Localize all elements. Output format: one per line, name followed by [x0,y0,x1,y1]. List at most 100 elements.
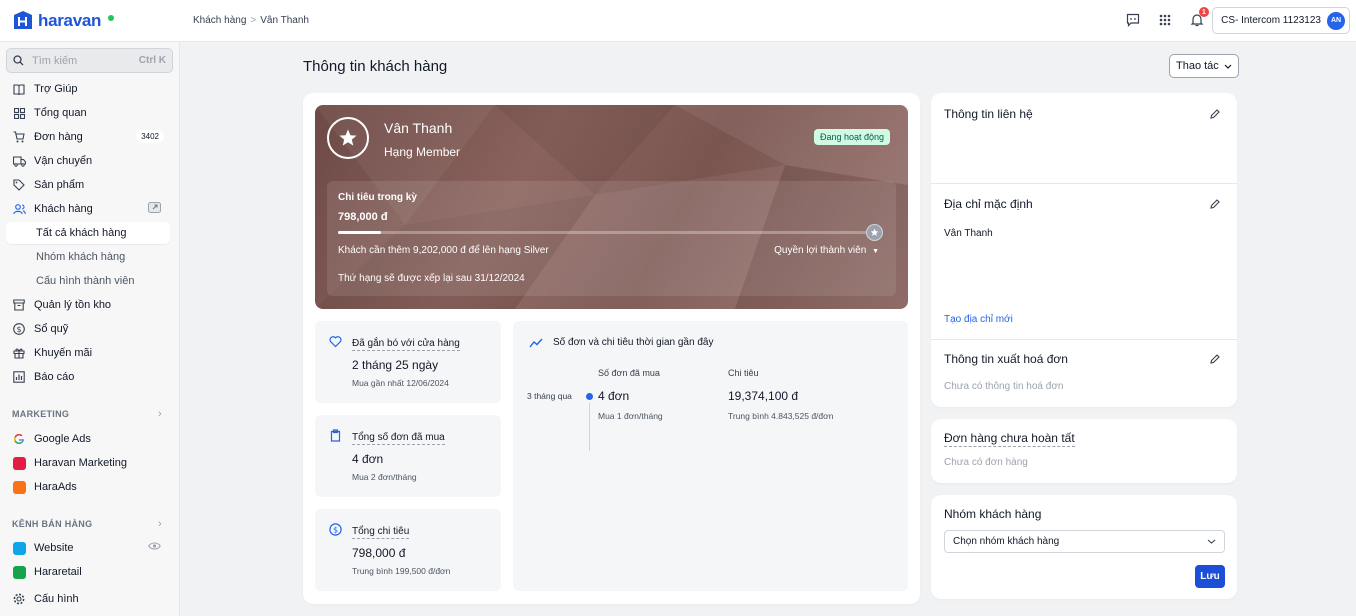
sidebar-item-label: Cấu hình thành viên [36,275,135,287]
sidebar-item-label: Website [34,542,74,554]
sidebar-item-label: Tất cả khách hàng [36,227,127,239]
customer-rank: Hạng Member [384,145,461,159]
save-button[interactable]: Lưu [1195,565,1225,588]
sidebar-item-label: Trợ Giúp [34,83,78,95]
next-rank-requirement: Khách cần thêm 9,202,000 đ để lên hạng S… [338,245,549,256]
eye-icon[interactable] [148,541,162,555]
stat-subtext: Trung bình 199,500 đ/đơn [352,566,451,576]
sidebar-item-products[interactable]: Sản phẩm [6,174,170,196]
sidebar-item-label: Google Ads [34,433,91,445]
truck-icon [12,154,26,168]
sidebar-item-haravan-marketing[interactable]: Haravan Marketing [6,452,170,474]
rank-progress-track [338,231,872,234]
caret-down-icon: ▼ [872,248,879,255]
stat-title[interactable]: Tổng số đơn đã mua [352,432,445,445]
pending-orders-empty-text: Chưa có đơn hàng [944,457,1028,468]
page-title: Thông tin khách hàng [303,58,448,75]
create-address-link[interactable]: Tạo địa chỉ mới [944,314,1013,325]
sidebar-item-membership-config[interactable]: Cấu hình thành viên [6,270,170,292]
actions-dropdown-button[interactable]: Thao tác [1169,54,1239,78]
pending-orders-title[interactable]: Đơn hàng chưa hoàn tất [944,431,1075,447]
bell-icon[interactable]: 1 [1188,7,1209,29]
edit-address-icon[interactable] [1209,198,1221,210]
avatar: AN [1327,11,1345,30]
member-benefits-label: Quyền lợi thành viên [774,245,867,256]
sidebar-item-all-customers[interactable]: Tất cả khách hàng [6,222,170,244]
website-icon [12,541,26,555]
stat-title[interactable]: Đã gắn bó với cửa hàng [352,338,460,351]
divider [931,183,1237,184]
box-icon [12,298,26,312]
timeline-dot [586,393,593,400]
sidebar-item-label: Quản lý tồn kho [34,299,112,311]
dollar-icon: $ [329,523,342,536]
edit-invoice-icon[interactable] [1209,353,1221,365]
sidebar-item-promotions[interactable]: Khuyến mãi [6,342,170,364]
customer-group-select[interactable]: Chọn nhóm khách hàng [944,530,1225,553]
dashboard-icon [12,106,26,120]
sidebar-item-inventory[interactable]: Quản lý tồn kho [6,294,170,316]
breadcrumb: Khách hàng > Vân Thanh [193,15,309,26]
external-link-icon[interactable] [148,202,162,216]
breadcrumb-customers[interactable]: Khách hàng [193,15,246,26]
stat-subtext: Mua gần nhất 12/06/2024 [352,378,449,388]
chevron-right-icon: › [158,408,162,420]
default-address-title: Địa chỉ mặc định [944,197,1033,211]
apps-grid-icon[interactable] [1156,11,1174,29]
recent-activity-panel: Số đơn và chi tiêu thời gian gần đây 3 t… [513,321,908,591]
sidebar-item-cashbook[interactable]: $ Sổ quỹ [6,318,170,340]
online-status-dot [108,15,115,21]
status-badge: Đang hoạt động [814,129,891,145]
sidebar-item-customer-groups[interactable]: Nhóm khách hàng [6,246,170,268]
chevron-right-icon: › [158,518,162,530]
sidebar-item-orders[interactable]: Đơn hàng 3402 [6,126,170,148]
search-box[interactable]: Ctrl K [6,48,173,73]
spending-panel: Chi tiêu trong kỳ 798,000 đ Khách cần th… [327,181,896,296]
sidebar-item-label: Sổ quỹ [34,323,69,335]
stat-total-spend: $ Tổng chi tiêu 798,000 đ Trung bình 199… [315,509,501,591]
sidebar-item-hararetail[interactable]: Hararetail [6,561,170,583]
stat-title[interactable]: Tổng chi tiêu [352,526,410,539]
chat-icon[interactable] [1124,11,1142,29]
sales-channels-section-title[interactable]: KÊNH BÁN HÀNG › [12,518,162,530]
haravan-logo[interactable]: haravan [12,11,115,31]
money-icon: $ [12,322,26,336]
marketing-section-title[interactable]: MARKETING › [12,408,162,420]
sidebar-item-website[interactable]: Website [6,537,170,559]
breadcrumb-separator: > [250,15,257,26]
edit-contact-icon[interactable] [1209,108,1221,120]
sidebar-item-settings[interactable]: Cấu hình [6,588,170,610]
sidebar-item-help[interactable]: Trợ Giúp [6,78,170,100]
recent-activity-title: Số đơn và chi tiêu thời gian gần đây [553,337,714,348]
brand-name: haravan [38,11,102,30]
customer-group-select-value: Chọn nhóm khách hàng [953,536,1060,547]
search-input[interactable] [32,54,131,67]
customer-group-title: Nhóm khách hàng [944,507,1042,521]
sidebar-item-haraads[interactable]: HaraAds [6,476,170,498]
trend-line-icon [529,338,543,348]
address-name: Vân Thanh [944,228,993,239]
haravan-marketing-icon [12,456,26,470]
stat-subtext: Mua 2 đơn/tháng [352,472,417,482]
period-label: 3 tháng qua [527,391,572,401]
sidebar-item-overview[interactable]: Tổng quan [6,102,170,124]
sidebar-item-reports[interactable]: Báo cáo [6,366,170,388]
sidebar-item-label: Nhóm khách hàng [36,251,126,263]
store-switcher[interactable]: CS- Intercom 1123123 AN [1212,7,1350,34]
sidebar-item-google-ads[interactable]: Google Ads [6,428,170,450]
sidebar-item-label: Vận chuyển [34,155,93,167]
member-benefits-dropdown[interactable]: Quyền lợi thành viên ▼ [774,245,879,256]
orders-value: 4 đơn [598,389,630,403]
clipboard-icon [330,429,341,442]
chevron-down-icon [1207,539,1216,544]
stat-value: 4 đơn [352,452,384,466]
stat-value: 798,000 đ [352,546,406,560]
orders-subtext: Mua 1 đơn/tháng [598,411,663,421]
sidebar-item-label: Khuyến mãi [34,347,93,359]
cart-icon [12,130,26,144]
sidebar-item-customers[interactable]: Khách hàng [6,198,170,220]
actions-label: Thao tác [1176,60,1219,72]
sidebar-item-shipping[interactable]: Vận chuyển [6,150,170,172]
pending-orders-card [931,419,1237,483]
gear-icon [12,592,26,606]
